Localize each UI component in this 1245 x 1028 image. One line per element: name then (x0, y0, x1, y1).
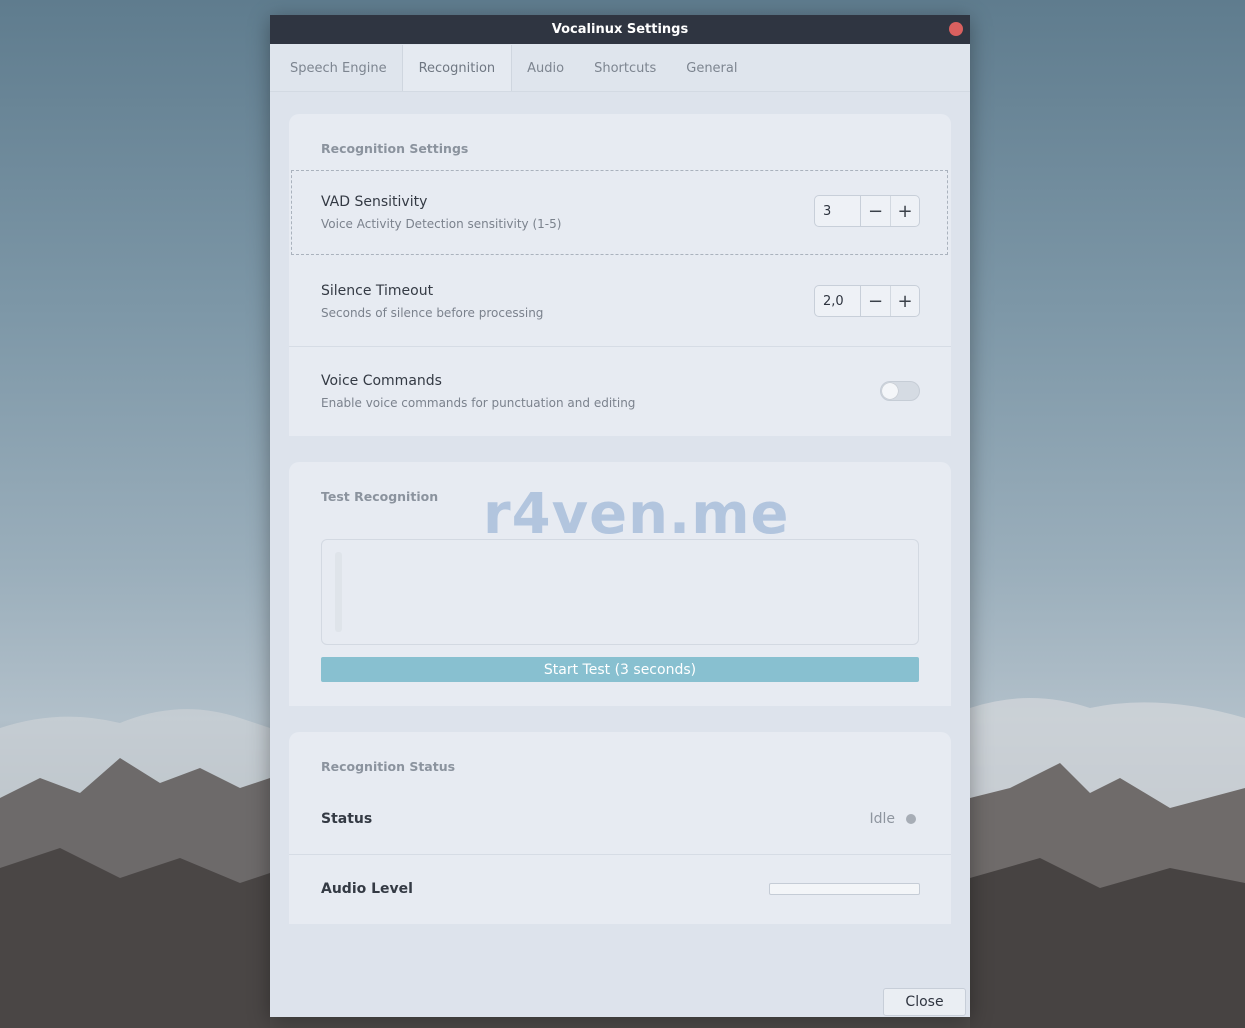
vad-sensitivity-value[interactable]: 3 (815, 196, 861, 226)
silence-timeout-row: Silence Timeout Seconds of silence befor… (289, 256, 951, 346)
silence-timeout-title: Silence Timeout (321, 283, 434, 299)
voice-commands-row: Voice Commands Enable voice commands for… (289, 346, 951, 437)
window-title: Vocalinux Settings (551, 22, 689, 37)
tab-shortcuts[interactable]: Shortcuts (579, 45, 671, 91)
vad-sensitivity-row: VAD Sensitivity Voice Activity Detection… (289, 170, 951, 256)
vad-sensitivity-stepper: 3 − + (814, 195, 920, 227)
voice-commands-title: Voice Commands (321, 373, 442, 389)
minus-icon[interactable]: − (861, 286, 890, 316)
title-bar: Vocalinux Settings (270, 15, 970, 44)
audio-level-row: Audio Level (289, 854, 951, 925)
audio-level-label: Audio Level (321, 881, 413, 897)
recognition-output-textarea[interactable] (321, 539, 919, 645)
vad-sensitivity-subtitle: Voice Activity Detection sensitivity (1-… (321, 217, 562, 231)
status-indicator-icon (906, 814, 916, 824)
minus-icon[interactable]: − (861, 196, 890, 226)
audio-level-bar (769, 883, 920, 895)
voice-commands-subtitle: Enable voice commands for punctuation an… (321, 396, 636, 410)
status-value: Idle (869, 811, 895, 827)
section-title: Test Recognition (321, 489, 439, 504)
window-close-icon[interactable] (949, 22, 963, 36)
tab-speech-engine[interactable]: Speech Engine (275, 45, 402, 91)
vad-sensitivity-title: VAD Sensitivity (321, 194, 428, 210)
close-button[interactable]: Close (883, 988, 966, 1016)
scrollbar[interactable] (335, 552, 342, 632)
watermark: r4ven.me (483, 482, 790, 547)
silence-timeout-stepper: 2,0 − + (814, 285, 920, 317)
recognition-settings-card: Recognition Settings VAD Sensitivity Voi… (289, 114, 951, 436)
tab-recognition[interactable]: Recognition (401, 45, 513, 91)
tab-audio[interactable]: Audio (512, 45, 579, 91)
status-row: Status Idle (289, 784, 951, 854)
plus-icon[interactable]: + (890, 196, 919, 226)
voice-commands-toggle[interactable] (880, 381, 920, 401)
toggle-knob (882, 383, 898, 399)
silence-timeout-subtitle: Seconds of silence before processing (321, 306, 544, 320)
start-test-button[interactable]: Start Test (3 seconds) (321, 657, 919, 682)
section-title: Recognition Settings (321, 141, 469, 156)
silence-timeout-value[interactable]: 2,0 (815, 286, 861, 316)
tab-general[interactable]: General (671, 45, 752, 91)
status-label: Status (321, 811, 373, 827)
tab-bar: Speech Engine Recognition Audio Shortcut… (270, 44, 970, 92)
plus-icon[interactable]: + (890, 286, 919, 316)
recognition-status-card: Recognition Status Status Idle Audio Lev… (289, 732, 951, 924)
section-title: Recognition Status (321, 759, 456, 774)
